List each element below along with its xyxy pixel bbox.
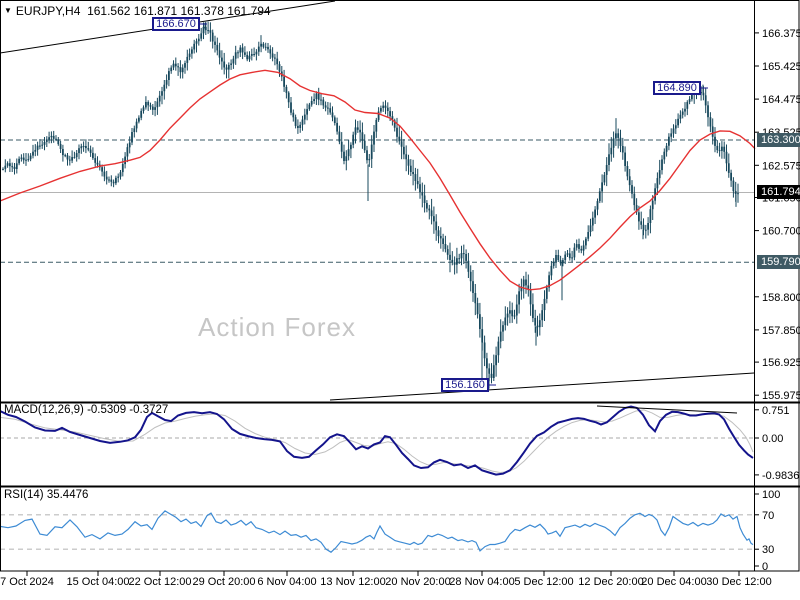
chart-dropdown-icon: ▼	[4, 6, 12, 15]
macd-indicator-label: MACD(12,26,9) -0.5309 -0.3727	[4, 404, 169, 416]
trendline-lower[interactable]	[329, 372, 755, 401]
candles	[2, 21, 739, 389]
time-axis-label: 6 Nov 04:00	[257, 576, 317, 588]
time-axis-label: 7 Oct 2024	[0, 576, 54, 588]
time-axis-label: 20 Dec 04:00	[641, 576, 707, 588]
rsi-line	[0, 510, 754, 553]
axis-level-box-support[interactable]: 159.790	[757, 255, 800, 269]
price-annotation-high[interactable]: 166.670	[152, 17, 200, 31]
chart-window: 166.375165.425164.475163.525162.575161.6…	[0, 0, 800, 600]
time-axis-label: 13 Nov 12:00	[320, 576, 386, 588]
time-axis-label: 20 Nov 20:00	[385, 576, 451, 588]
time-axis-label: 22 Oct 12:00	[128, 576, 192, 588]
time-axis-label: 29 Oct 20:00	[192, 576, 256, 588]
axis-level-box-resistance[interactable]: 163.300	[757, 133, 800, 147]
time-axis-label: 12 Dec 20:00	[578, 576, 644, 588]
time-axis-label: 5 Dec 12:00	[514, 576, 574, 588]
price-annotation-low[interactable]: 156.160	[441, 378, 489, 392]
time-axis-label: 15 Oct 04:00	[66, 576, 130, 588]
ohlc-readout: 161.562 161.871 161.378 161.794	[87, 4, 271, 18]
chart-title: ▼ EURJPY,H4 161.562 161.871 161.378 161.7…	[4, 4, 271, 18]
time-axis-label: 30 Dec 12:00	[706, 576, 772, 588]
price-annotation-peak2[interactable]: 164.890	[653, 81, 701, 95]
price-axis[interactable]	[755, 0, 800, 571]
rsi-indicator-label: RSI(14) 35.4476	[4, 489, 89, 501]
axis-current-price-box: 161.794	[757, 185, 800, 199]
symbol-period-label: EURJPY,H4	[15, 4, 81, 18]
time-axis[interactable]: 7 Oct 2024 15 Oct 04:00 22 Oct 12:00 29 Oct…	[0, 572, 800, 600]
macd-signal-line	[0, 409, 754, 474]
time-axis-label: 28 Nov 04:00	[449, 576, 515, 588]
